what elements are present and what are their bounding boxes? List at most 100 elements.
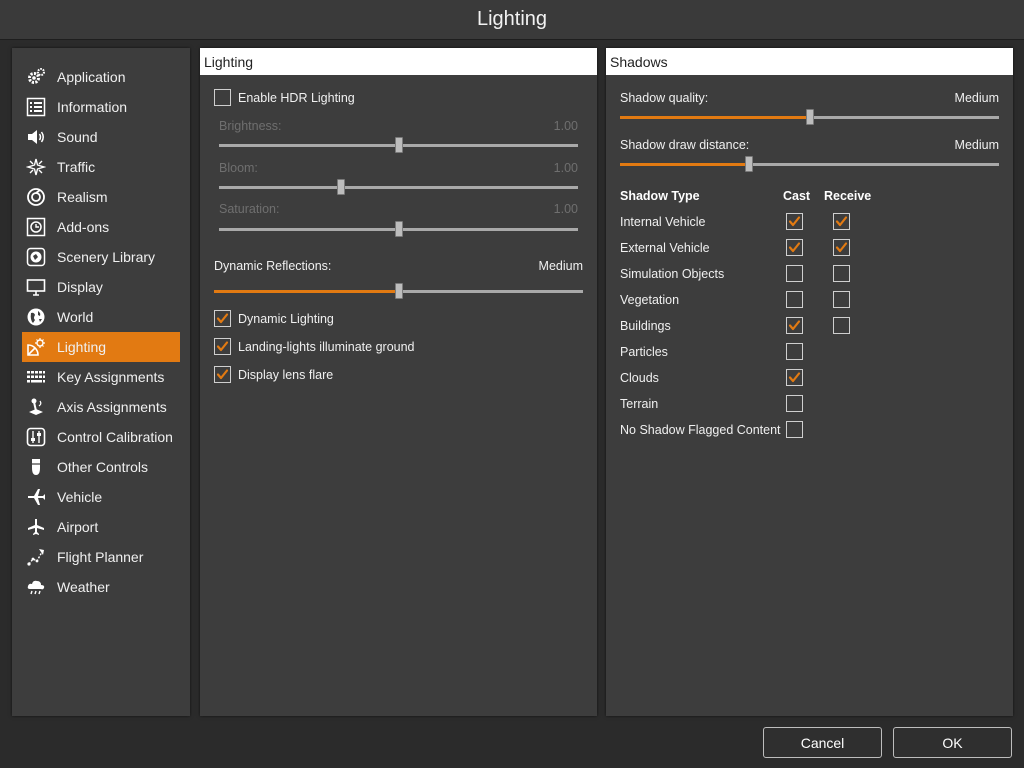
weather-icon <box>26 577 46 597</box>
sidebar-item-information[interactable]: Information <box>22 92 180 122</box>
sidebar-item-weather[interactable]: Weather <box>22 572 180 602</box>
cancel-button[interactable]: Cancel <box>763 727 882 758</box>
sidebar-item-label: Lighting <box>57 339 107 355</box>
receive-checkbox[interactable] <box>833 239 850 256</box>
cast-checkbox[interactable] <box>786 213 803 230</box>
landing-lights-checkbox[interactable] <box>214 338 231 355</box>
sidebar-item-traffic[interactable]: Traffic <box>22 152 180 182</box>
lighting-panel: Lighting Enable HDR Lighting Brightness:… <box>200 48 597 716</box>
ok-button[interactable]: OK <box>893 727 1012 758</box>
shadow-type-label: Simulation Objects <box>620 267 725 281</box>
sidebar-item-label: Flight Planner <box>57 549 144 565</box>
realism-icon <box>26 187 46 207</box>
sidebar-item-label: Axis Assignments <box>57 399 167 415</box>
shadow-distance-slider[interactable] <box>620 156 999 172</box>
brightness-slider-thumb[interactable] <box>395 137 403 153</box>
airport-icon <box>26 517 46 537</box>
sidebar-item-realism[interactable]: Realism <box>22 182 180 212</box>
shadow-type-label: No Shadow Flagged Content <box>620 423 781 437</box>
sidebar-item-scenery-library[interactable]: Scenery Library <box>22 242 180 272</box>
shadow-quality-label: Shadow quality: <box>620 91 709 105</box>
shadow-quality-slider[interactable] <box>620 109 999 125</box>
sidebar-item-sound[interactable]: Sound <box>22 122 180 152</box>
sidebar-item-label: Sound <box>57 129 98 145</box>
shadow-type-header: Shadow Type <box>620 189 700 203</box>
sidebar-item-axis-assignments[interactable]: Axis Assignments <box>22 392 180 422</box>
shadow-distance-value: Medium <box>954 138 999 152</box>
keyboard-icon <box>26 367 46 387</box>
sidebar-item-label: Other Controls <box>57 459 149 475</box>
receive-checkbox[interactable] <box>833 213 850 230</box>
sidebar-item-control-calibration[interactable]: Control Calibration <box>22 422 180 452</box>
bloom-slider-thumb[interactable] <box>337 179 345 195</box>
shadow-distance-slider-thumb[interactable] <box>745 156 753 172</box>
sidebar-item-display[interactable]: Display <box>22 272 180 302</box>
saturation-slider[interactable] <box>219 221 578 237</box>
sidebar-item-label: Traffic <box>57 159 96 175</box>
lens-flare-row: Display lens flare <box>214 366 333 383</box>
cast-checkbox[interactable] <box>786 395 803 412</box>
shadow-type-label: Buildings <box>620 319 671 333</box>
saturation-label: Saturation: <box>219 202 280 216</box>
receive-checkbox[interactable] <box>833 317 850 334</box>
landing-lights-row: Landing-lights illuminate ground <box>214 338 415 355</box>
airplane-icon <box>26 487 46 507</box>
cast-checkbox[interactable] <box>786 317 803 334</box>
sidebar-item-label: World <box>57 309 94 325</box>
saturation-slider-thumb[interactable] <box>395 221 403 237</box>
cast-checkbox[interactable] <box>786 421 803 438</box>
sidebar-item-label: Weather <box>57 579 110 595</box>
sidebar-item-label: Control Calibration <box>57 429 173 445</box>
sidebar-item-label: Scenery Library <box>57 249 156 265</box>
calibration-icon <box>26 427 46 447</box>
cast-checkbox[interactable] <box>786 291 803 308</box>
sidebar-item-world[interactable]: World <box>22 302 180 332</box>
monitor-icon <box>26 277 46 297</box>
sidebar-item-lighting[interactable]: Lighting <box>22 332 180 362</box>
brightness-slider[interactable] <box>219 137 578 153</box>
sidebar-item-label: Display <box>57 279 103 295</box>
sidebar-item-add-ons[interactable]: Add-ons <box>22 212 180 242</box>
hdr-lighting-checkbox[interactable] <box>214 89 231 106</box>
cast-checkbox[interactable] <box>786 239 803 256</box>
dynamic-lighting-label: Dynamic Lighting <box>238 311 334 326</box>
brightness-label: Brightness: <box>219 119 282 133</box>
landing-lights-label: Landing-lights illuminate ground <box>238 339 415 354</box>
cast-checkbox[interactable] <box>786 265 803 282</box>
sidebar-item-label: Realism <box>57 189 108 205</box>
sidebar-item-key-assignments[interactable]: Key Assignments <box>22 362 180 392</box>
sidebar-item-application[interactable]: Application <box>22 62 180 92</box>
hdr-lighting-row: Enable HDR Lighting <box>214 89 355 106</box>
cast-header: Cast <box>783 189 811 203</box>
list-icon <box>26 97 46 117</box>
shadows-panel: Shadows Shadow quality: Medium Shadow dr… <box>606 48 1013 716</box>
dynamic-reflections-slider[interactable] <box>214 283 583 299</box>
dynamic-lighting-checkbox[interactable] <box>214 310 231 327</box>
hdr-lighting-label: Enable HDR Lighting <box>238 90 355 105</box>
sidebar-item-flight-planner[interactable]: Flight Planner <box>22 542 180 572</box>
sidebar-item-label: Airport <box>57 519 99 535</box>
brightness-value: 1.00 <box>553 119 578 133</box>
settings-sidebar: Application Information Sound Traffic Realis… <box>12 48 190 716</box>
joystick-icon <box>26 397 46 417</box>
cast-checkbox[interactable] <box>786 343 803 360</box>
dynamic-lighting-row: Dynamic Lighting <box>214 310 334 327</box>
sidebar-item-label: Vehicle <box>57 489 103 505</box>
bloom-value: 1.00 <box>553 161 578 175</box>
cast-checkbox[interactable] <box>786 369 803 386</box>
sidebar-item-label: Key Assignments <box>57 369 165 385</box>
shadow-type-label: Particles <box>620 345 668 359</box>
lens-flare-checkbox[interactable] <box>214 366 231 383</box>
shadow-quality-slider-thumb[interactable] <box>806 109 814 125</box>
sidebar-item-label: Add-ons <box>57 219 110 235</box>
receive-checkbox[interactable] <box>833 291 850 308</box>
lighting-icon <box>26 337 46 357</box>
lens-flare-label: Display lens flare <box>238 367 334 382</box>
saturation-value: 1.00 <box>553 202 578 216</box>
sidebar-item-vehicle[interactable]: Vehicle <box>22 482 180 512</box>
receive-checkbox[interactable] <box>833 265 850 282</box>
sidebar-item-airport[interactable]: Airport <box>22 512 180 542</box>
bloom-slider[interactable] <box>219 179 578 195</box>
sidebar-item-other-controls[interactable]: Other Controls <box>22 452 180 482</box>
dynamic-reflections-slider-thumb[interactable] <box>395 283 403 299</box>
